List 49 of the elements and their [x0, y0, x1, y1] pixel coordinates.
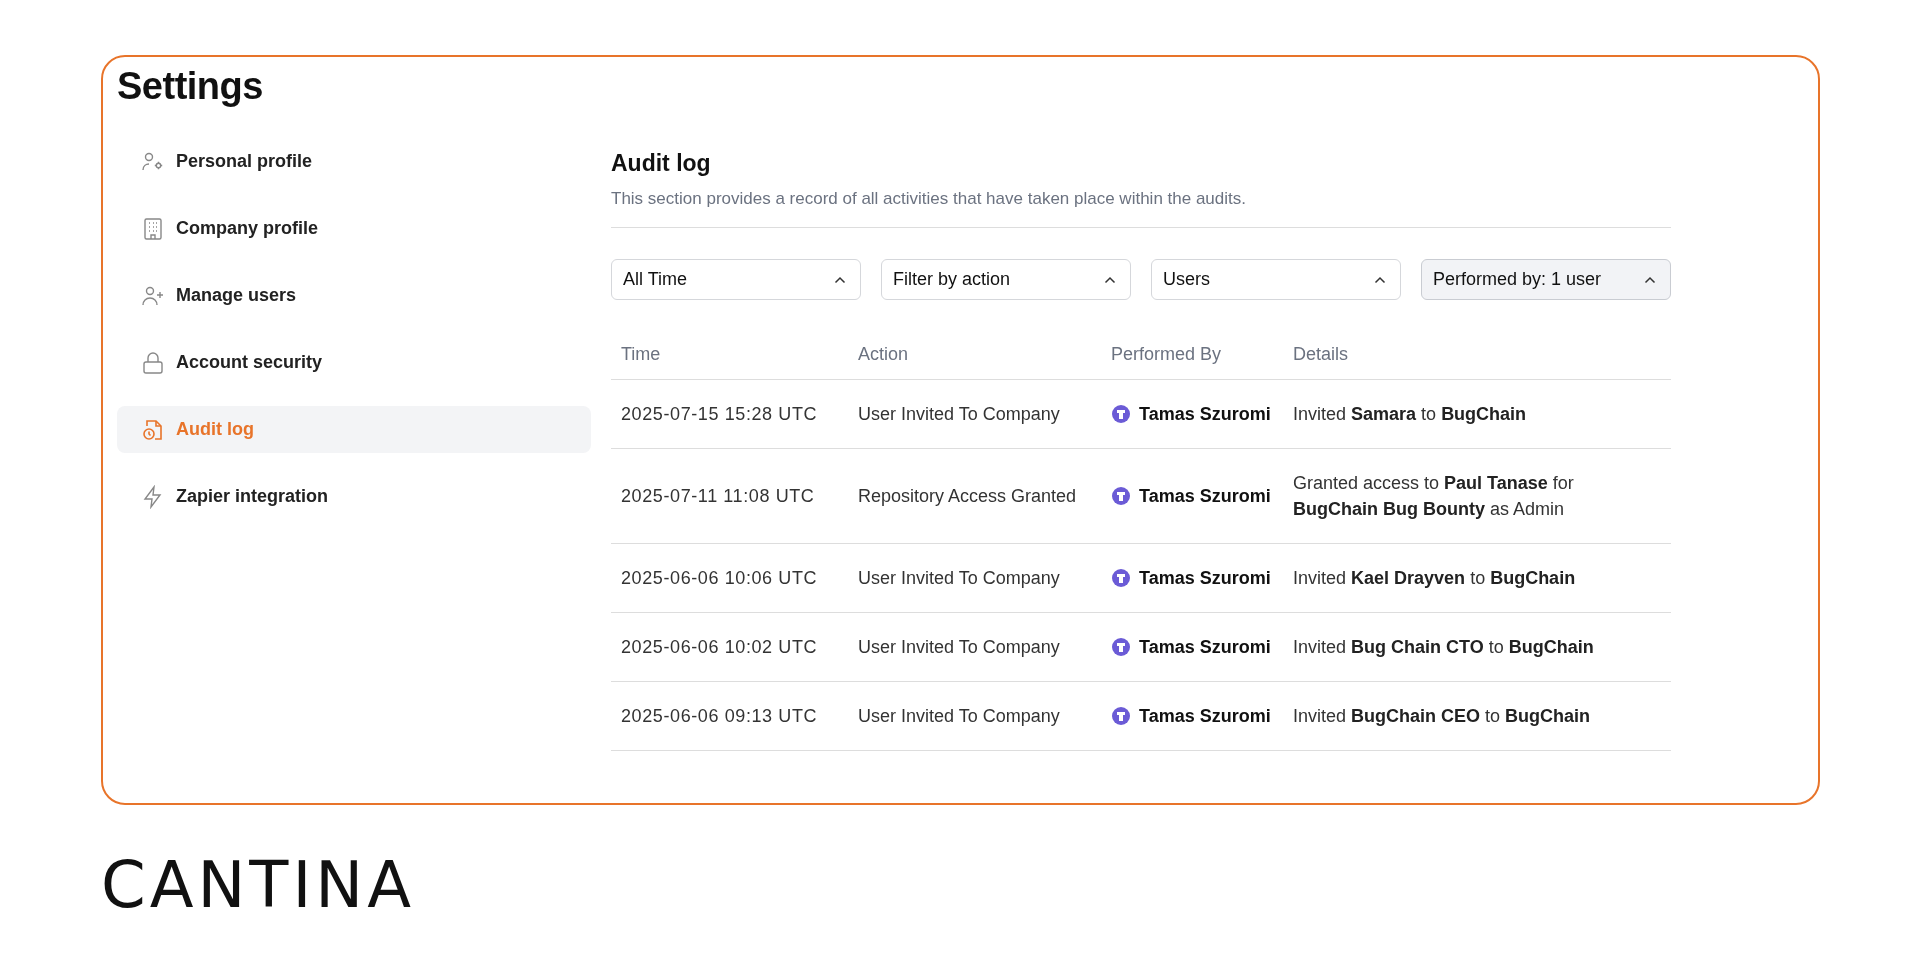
table-cell: 2025-06-06 10:06 UTC	[611, 543, 848, 613]
sidebar-item[interactable]: Zapier integration	[117, 473, 591, 520]
filter-dropdown[interactable]: Users	[1151, 259, 1401, 300]
brand-logo: CANTINA	[101, 853, 415, 917]
filter-dropdown[interactable]: Filter by action	[881, 259, 1131, 300]
filter-dropdown[interactable]: All Time	[611, 259, 861, 300]
user-name: Tamas Szuromi	[1139, 705, 1271, 728]
file-clock-icon	[141, 417, 165, 442]
table-cell: Invited BugChain CEO to BugChain	[1283, 681, 1671, 751]
chevron-up-icon	[834, 275, 846, 284]
sidebar-item[interactable]: Company profile	[117, 205, 591, 252]
filter-dropdown[interactable]: Performed by: 1 user	[1421, 259, 1671, 300]
column-header: Details	[1283, 330, 1671, 380]
user-name: Tamas Szuromi	[1139, 636, 1271, 659]
avatar-icon	[1111, 568, 1131, 588]
sidebar-item[interactable]: Personal profile	[117, 138, 591, 185]
page-title: Settings	[117, 65, 264, 108]
table-cell: Invited Bug Chain CTO to BugChain	[1283, 612, 1671, 682]
chevron-up-icon	[1374, 275, 1386, 284]
avatar-icon	[1111, 706, 1131, 726]
sidebar-item[interactable]: Account security	[117, 339, 591, 386]
table-cell: 2025-07-11 11:08 UTC	[611, 448, 848, 544]
chevron-up-icon	[1644, 275, 1656, 284]
user-name: Tamas Szuromi	[1139, 567, 1271, 590]
lock-icon	[141, 350, 165, 375]
table-cell: Invited Samara to BugChain	[1283, 379, 1671, 449]
table-cell: 2025-06-06 10:02 UTC	[611, 612, 848, 682]
chevron-up-icon	[1104, 275, 1116, 284]
user-name: Tamas Szuromi	[1139, 485, 1271, 508]
table-cell: Invited Kael Drayven to BugChain	[1283, 543, 1671, 613]
table-cell: Repository Access Granted	[848, 448, 1101, 544]
table-cell: User Invited To Company	[848, 379, 1101, 449]
column-header: Action	[848, 330, 1101, 380]
avatar-icon	[1111, 404, 1131, 424]
table-cell: 2025-06-06 09:13 UTC	[611, 681, 848, 751]
table-cell: User Invited To Company	[848, 543, 1101, 613]
table-cell: 2025-07-15 15:28 UTC	[611, 379, 848, 449]
table-cell: User Invited To Company	[848, 612, 1101, 682]
column-header: Time	[611, 330, 848, 380]
building-icon	[141, 216, 165, 241]
table-cell: User Invited To Company	[848, 681, 1101, 751]
avatar-icon	[1111, 637, 1131, 657]
user-name: Tamas Szuromi	[1139, 403, 1271, 426]
sidebar-item[interactable]: Manage users	[117, 272, 591, 319]
section-description: This section provides a record of all activities that have taken place within the audits.	[611, 189, 1247, 209]
column-header: Performed By	[1101, 330, 1283, 380]
section-title: Audit log	[611, 150, 712, 177]
table-cell: Granted access to Paul Tanase for BugChain Bug Bounty as Admin	[1283, 448, 1671, 544]
avatar-icon	[1111, 486, 1131, 506]
